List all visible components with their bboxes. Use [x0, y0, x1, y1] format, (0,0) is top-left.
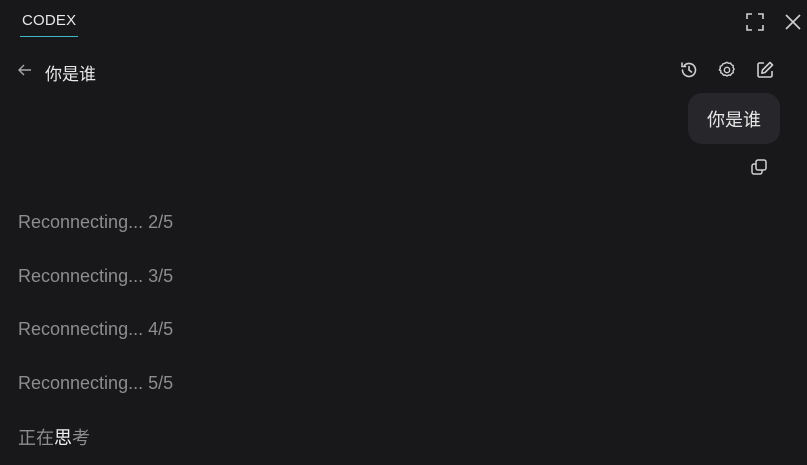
back-button[interactable] — [15, 60, 35, 80]
edit-icon — [757, 61, 774, 78]
arrow-left-icon — [18, 64, 31, 76]
thinking-text-part: 考 — [72, 428, 90, 449]
conversation-title: 你是谁 — [45, 65, 96, 85]
thinking-text-part: 正在 — [18, 428, 54, 449]
copy-button[interactable] — [749, 157, 769, 177]
new-chat-button[interactable] — [754, 59, 776, 81]
expand-button[interactable] — [744, 11, 766, 33]
status-line: Reconnecting... 5/5 — [18, 373, 174, 393]
close-button[interactable] — [782, 11, 804, 33]
user-message-bubble: 你是谁 — [688, 93, 780, 144]
history-icon — [681, 62, 697, 78]
status-line: Reconnecting... 4/5 — [18, 319, 174, 339]
codex-panel: CODEX 你是谁 你是谁 Reconnecting... 2/5 Reconn… — [0, 0, 807, 465]
close-icon — [785, 14, 801, 30]
tab-codex[interactable]: CODEX — [22, 12, 76, 29]
gear-icon — [718, 61, 735, 77]
history-button[interactable] — [678, 59, 700, 81]
active-tab-indicator — [20, 36, 78, 37]
thinking-text-highlight: 思 — [54, 428, 72, 449]
user-message-text: 你是谁 — [707, 109, 761, 131]
settings-button[interactable] — [716, 59, 738, 81]
thinking-indicator: 正在思考 — [18, 424, 90, 450]
copy-icon — [751, 159, 767, 175]
status-line: Reconnecting... 2/5 — [18, 212, 174, 232]
expand-icon — [746, 13, 764, 31]
status-line: Reconnecting... 3/5 — [18, 266, 174, 286]
